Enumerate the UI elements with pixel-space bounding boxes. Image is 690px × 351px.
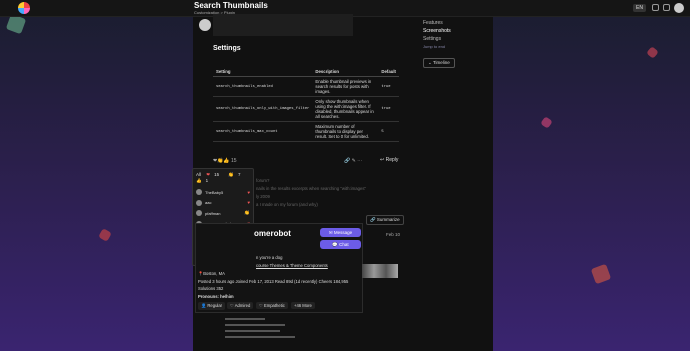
user-avatar[interactable] (674, 3, 684, 13)
table-row: search_thumbnails_enabled Enable thumbna… (213, 76, 399, 97)
setting-name: search_thumbnails_max_count (213, 121, 313, 142)
reaction-count: 15 (231, 158, 237, 164)
menu-icon[interactable] (663, 4, 670, 11)
jump-to-end-link[interactable]: Jump to end (423, 44, 451, 49)
heart-icon: ♡ (230, 303, 234, 308)
author-avatar[interactable] (199, 19, 211, 31)
heart-icon: ❤ (206, 172, 211, 177)
blurred-line (225, 336, 295, 338)
faded-text: nails in the results excerpts when searc… (256, 186, 367, 191)
list-item[interactable]: aac ♥ (193, 198, 253, 209)
table-row: search_thumbnails_max_count Maximum numb… (213, 121, 399, 142)
avatar (196, 189, 202, 196)
setting-description: Only show thumbnails when using the with… (312, 96, 379, 122)
reaction-tabs: All ❤ 15 👏 7 👍 1 (193, 169, 253, 187)
site-logo[interactable] (18, 2, 30, 14)
reply-button[interactable]: ↩ Reply (380, 157, 398, 163)
setting-default: true (378, 76, 399, 97)
link-icon[interactable]: 🔗 (344, 158, 350, 164)
settings-table: Setting Description Default search_thumb… (213, 67, 399, 142)
user-bio: n you're a dog (256, 255, 283, 260)
user-bio-link[interactable]: course Themes & Theme Components (256, 263, 328, 268)
sidebar-item-screenshots[interactable]: Screenshots (423, 28, 451, 34)
edit-icon[interactable]: ✎ (352, 158, 356, 164)
post-image (213, 14, 353, 36)
user-location: 📍Boston, MA (198, 271, 225, 276)
post-date: Feb 10 (386, 232, 401, 237)
list-item[interactable]: TheBaby5 ♥ (193, 187, 253, 198)
badge-empathetic[interactable]: ♡ Empathetic (256, 302, 288, 309)
tab-thumbs[interactable]: 👍 1 (196, 178, 212, 183)
heart-icon: ❤👏👍 (213, 158, 230, 164)
clap-icon: 👏 (228, 172, 234, 177)
chat-icon: 💬 (332, 242, 338, 247)
tab-clap[interactable]: 👏 7 (228, 172, 244, 177)
post-actions: 🔗 ✎ ⋯ (344, 158, 362, 164)
faded-text: ly 2009 (256, 194, 270, 199)
avatar (196, 210, 202, 217)
blurred-line (225, 318, 265, 320)
settings-heading: Settings (213, 45, 241, 52)
user-solutions: Solutions 352 (198, 286, 224, 291)
username: aac (205, 200, 212, 206)
faded-text: forum? (256, 178, 270, 183)
reactions-summary[interactable]: ❤👏👍 15 (213, 158, 237, 164)
table-row: search_thumbnails_only_with_images_filte… (213, 96, 399, 122)
badge-icon: 👤 (201, 303, 207, 308)
avatar (196, 199, 202, 206)
summarize-button[interactable]: 🔗 Summarize (366, 215, 404, 225)
setting-default: 5 (378, 121, 399, 142)
heart-icon: ♡ (259, 303, 263, 308)
list-item[interactable]: pfaffman 👏 (193, 208, 253, 219)
clap-icon: 👏 (244, 210, 250, 216)
heart-icon: ♥ (247, 200, 250, 206)
sidebar-item-features[interactable]: Features (423, 20, 451, 26)
setting-description: Enable thumbnail previews in search resu… (312, 76, 379, 97)
blurred-line (225, 330, 280, 332)
reply-icon: ↩ (380, 157, 385, 163)
setting-name: search_thumbnails_only_with_images_filte… (213, 96, 313, 122)
timeline-button[interactable]: ⌄ Timeline (423, 58, 455, 68)
topic-sidebar: Features Screenshots Settings Jump to en… (423, 20, 451, 51)
page-title: Search Thumbnails (194, 1, 268, 10)
column-header: Description (312, 67, 379, 77)
message-button[interactable]: ✉ Message (320, 228, 361, 237)
user-pronouns: Pronouns: he/him (198, 294, 234, 299)
tab-heart[interactable]: ❤ 15 (206, 172, 223, 177)
badge-admired[interactable]: ♡ Admired (227, 302, 254, 309)
chat-button[interactable]: 💬 Chat (320, 240, 361, 249)
username: pfaffman (205, 210, 221, 216)
faded-text: a I made on my forum (and why) (256, 202, 318, 207)
thumbnail-strip (362, 264, 398, 278)
setting-description: Maximum number of thumbnails to display … (312, 121, 379, 142)
column-header: Setting (213, 67, 313, 77)
language-selector[interactable]: EN (633, 4, 646, 12)
setting-default: true (378, 96, 399, 122)
user-card-name[interactable]: omerobot (254, 229, 291, 238)
blurred-line (225, 324, 285, 326)
more-badges-link[interactable]: +46 More (291, 302, 315, 309)
column-header: Default (378, 67, 399, 77)
heart-icon: ♥ (247, 189, 250, 195)
user-stats: Posted 3 hours ago Joined Feb 17, 2013 R… (198, 279, 349, 284)
summarize-icon: 🔗 (370, 217, 376, 222)
username: TheBaby5 (205, 189, 224, 195)
tab-all[interactable]: All (196, 172, 201, 177)
search-icon[interactable] (652, 4, 659, 11)
thumbs-up-icon: 👍 (196, 178, 202, 183)
badge-regular[interactable]: 👤 Regular (198, 302, 226, 310)
setting-name: search_thumbnails_enabled (213, 76, 313, 97)
chevron-down-icon: ⌄ (428, 60, 432, 65)
sidebar-item-settings[interactable]: Settings (423, 36, 451, 42)
more-icon[interactable]: ⋯ (357, 158, 362, 164)
mail-icon: ✉ (328, 230, 333, 235)
